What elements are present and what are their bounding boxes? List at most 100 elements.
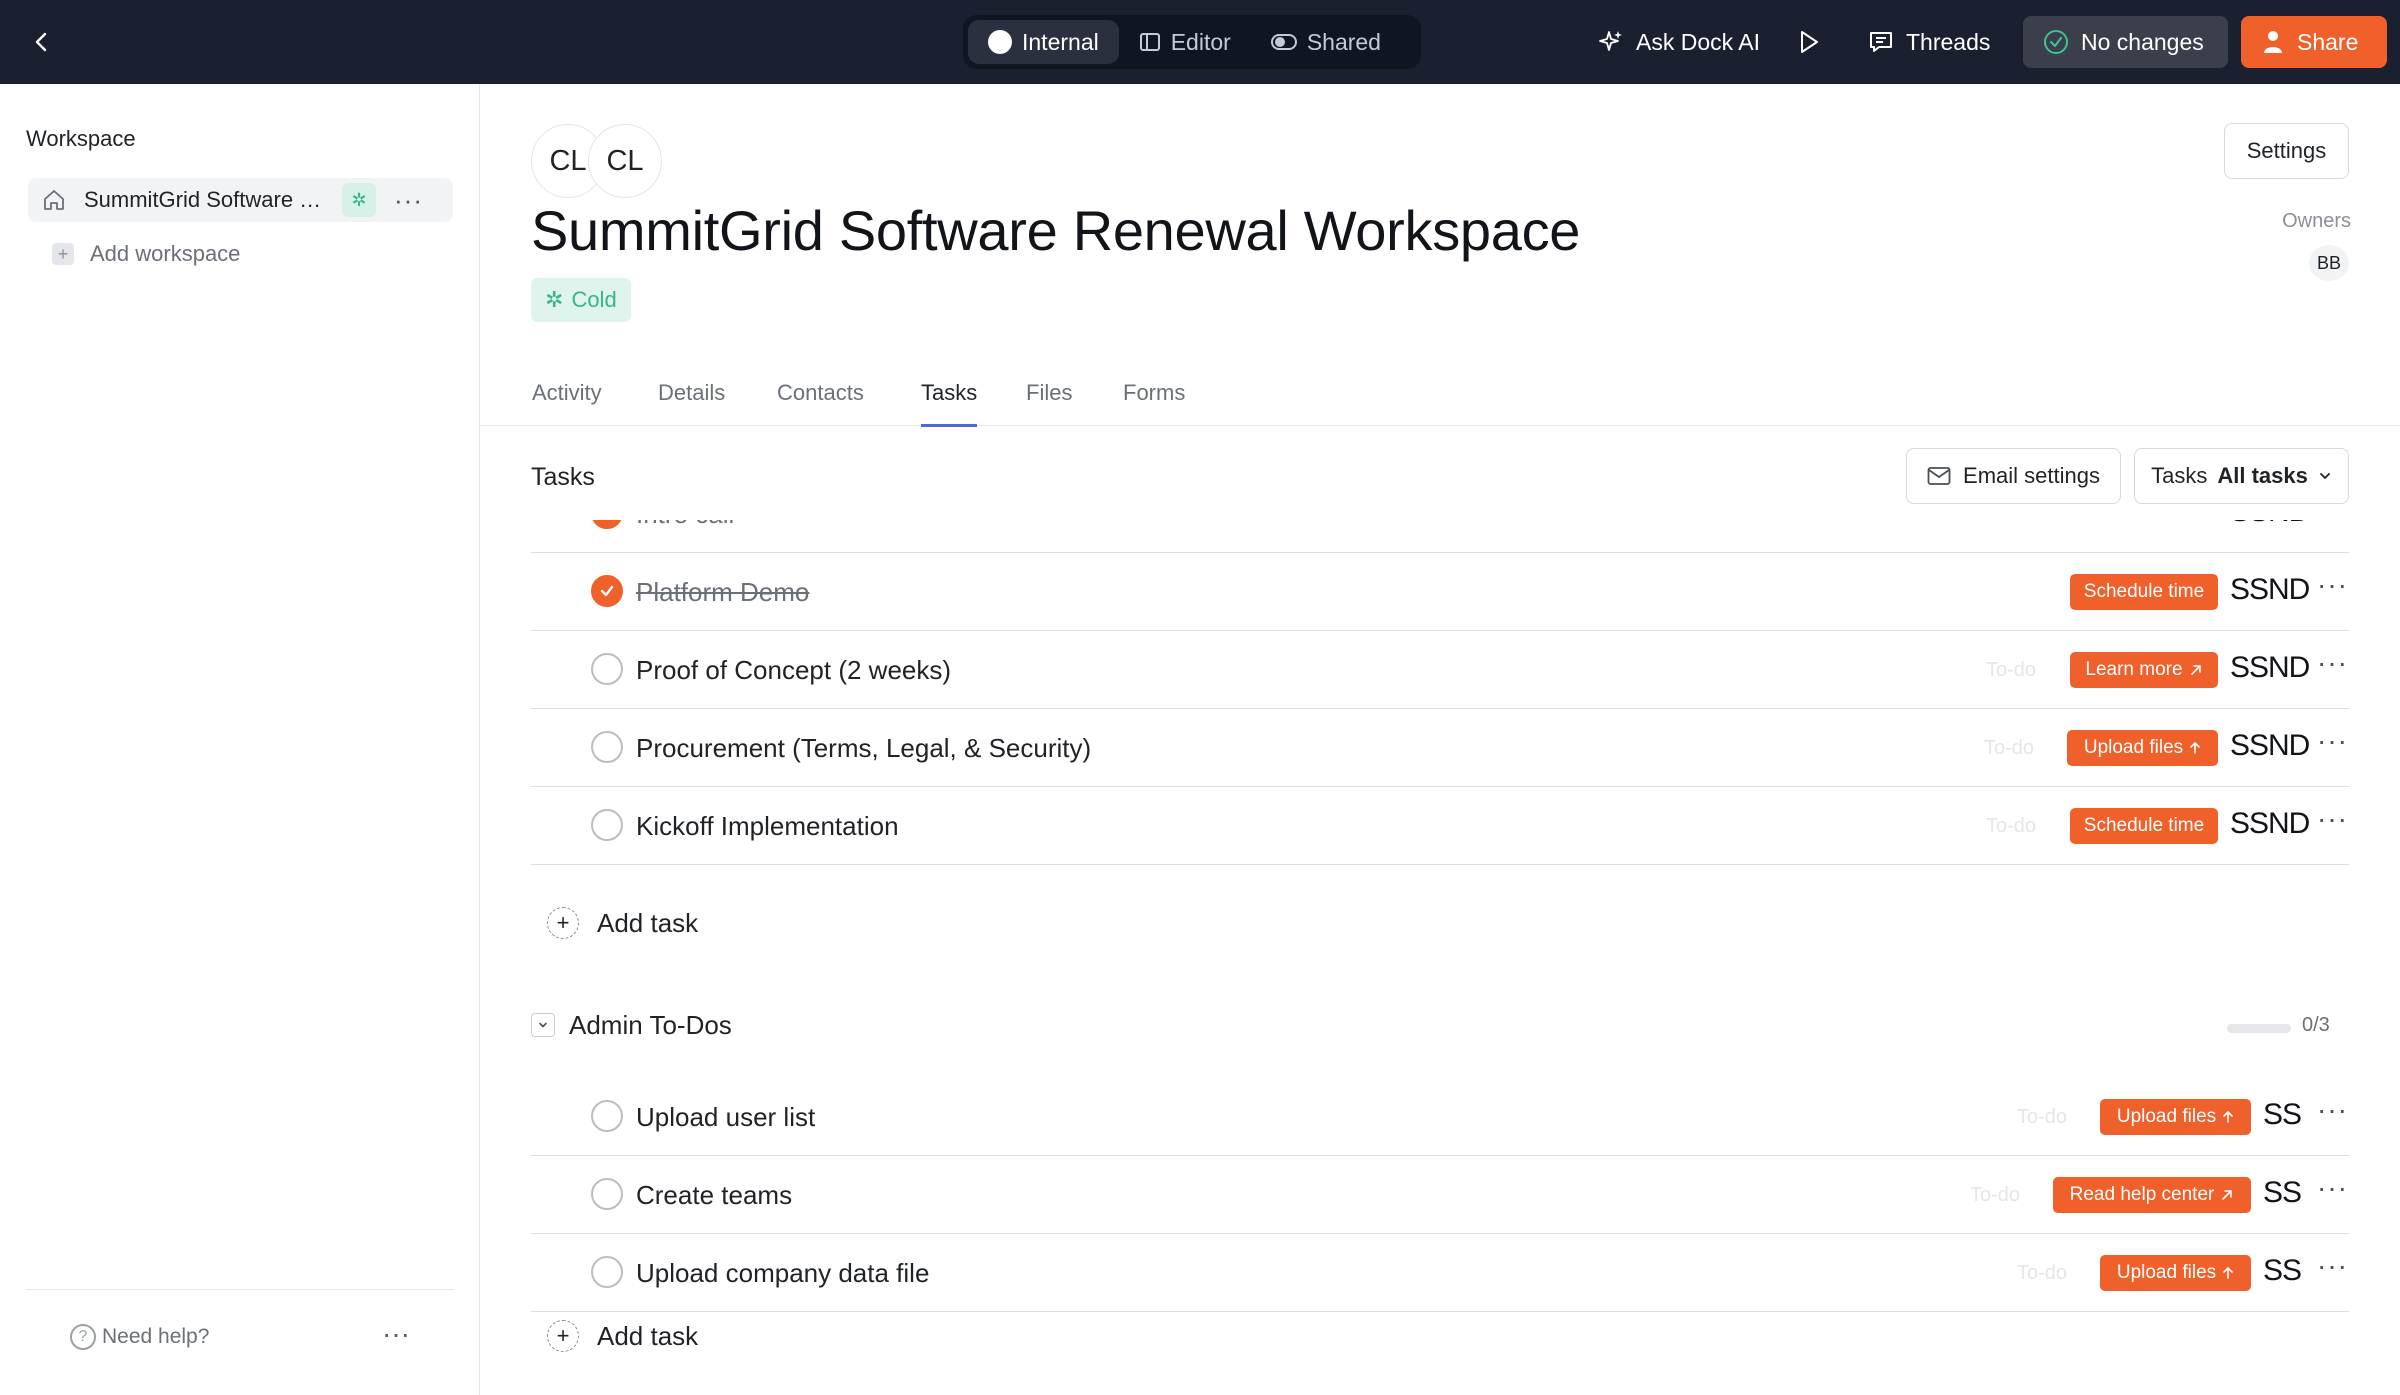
tab-activity[interactable]: Activity xyxy=(532,380,602,424)
tab-bar: Activity Details Contacts Tasks Files Fo… xyxy=(480,370,2400,427)
task-status[interactable]: To-do xyxy=(1984,737,2034,760)
toggle-icon xyxy=(1270,34,1297,50)
tab-forms[interactable]: Forms xyxy=(1123,380,1185,424)
assignee-avatars[interactable]: SS xyxy=(2263,1254,2302,1288)
table-row[interactable]: Platform Demo Schedule time SSND ··· xyxy=(531,553,2349,631)
add-workspace-button[interactable]: + Add workspace xyxy=(52,241,240,267)
chevron-down-icon xyxy=(2319,473,2330,479)
page-title: SummitGrid Software Renewal Workspace xyxy=(531,199,1581,262)
check-icon xyxy=(599,520,615,521)
action-label: Learn more xyxy=(2085,659,2183,680)
add-task-button[interactable]: + Add task xyxy=(547,1320,698,1352)
tab-contacts[interactable]: Contacts xyxy=(777,380,864,424)
task-status[interactable]: To-do xyxy=(2017,1262,2067,1285)
avatar: CL xyxy=(588,124,662,198)
chevron-down-icon xyxy=(539,1022,547,1028)
plus-icon: + xyxy=(547,907,579,939)
mode-editor[interactable]: Editor xyxy=(1119,20,1251,64)
save-status: No changes xyxy=(2023,16,2228,68)
play-icon xyxy=(1801,31,1818,53)
task-more-button[interactable]: ··· xyxy=(2317,1172,2348,1204)
action-label: Upload files xyxy=(2116,1262,2217,1283)
table-row[interactable]: Kickoff Implementation To-do Schedule ti… xyxy=(531,787,2349,865)
mode-editor-label: Editor xyxy=(1170,28,1231,55)
table-row[interactable]: Upload user list To-do Upload files SS ·… xyxy=(531,1078,2349,1156)
tab-tasks[interactable]: Tasks xyxy=(921,380,978,427)
task-checkbox[interactable] xyxy=(591,1100,623,1132)
table-row[interactable]: Create teams To-do Read help center SS ·… xyxy=(531,1156,2349,1234)
back-button[interactable] xyxy=(22,22,62,62)
task-checkbox[interactable] xyxy=(591,1256,623,1288)
assignee-avatars[interactable]: SS xyxy=(2263,1098,2302,1132)
status-badge[interactable]: ✲ Cold xyxy=(531,278,631,322)
task-more-button[interactable]: ··· xyxy=(2317,1250,2348,1282)
mode-shared-label: Shared xyxy=(1306,28,1381,55)
snowflake-icon: ✲ xyxy=(342,183,376,217)
task-title: Intro call xyxy=(636,520,734,530)
tab-details[interactable]: Details xyxy=(658,380,725,424)
task-status[interactable]: To-do xyxy=(2017,1106,2067,1129)
preview-button[interactable] xyxy=(1797,20,1821,64)
owner-avatar[interactable]: BB xyxy=(2309,245,2349,281)
upload-files-button[interactable]: Upload files xyxy=(2067,730,2218,766)
read-help-center-button[interactable]: Read help center xyxy=(2053,1177,2251,1213)
add-task-label: Add task xyxy=(597,907,699,938)
threads-button[interactable]: Threads xyxy=(1868,20,1990,64)
group-progress-count: 0/3 xyxy=(2302,1014,2330,1036)
mode-internal[interactable]: Internal xyxy=(968,20,1119,64)
help-label: Need help? xyxy=(102,1325,210,1348)
task-more-button[interactable]: ··· xyxy=(2317,520,2348,523)
table-row[interactable]: Procurement (Terms, Legal, & Security) T… xyxy=(531,709,2349,787)
task-title: Upload user list xyxy=(636,1102,816,1132)
share-button[interactable]: Share xyxy=(2241,16,2387,68)
tab-files[interactable]: Files xyxy=(1026,380,1072,424)
plus-icon: + xyxy=(547,1320,579,1352)
assignee-avatars[interactable]: SSND xyxy=(2230,807,2310,841)
message-icon xyxy=(1870,32,1892,52)
assignee-avatars[interactable]: SSND xyxy=(2230,520,2310,529)
table-row[interactable]: Proof of Concept (2 weeks) To-do Learn m… xyxy=(531,631,2349,709)
collapse-button[interactable] xyxy=(531,1013,555,1037)
mode-shared[interactable]: Shared xyxy=(1251,20,1401,64)
task-checkbox[interactable] xyxy=(591,575,623,607)
sidebar-item-workspace[interactable]: SummitGrid Software Renewal Workspace ✲ … xyxy=(28,178,453,222)
task-checkbox[interactable] xyxy=(591,809,623,841)
task-more-button[interactable]: ··· xyxy=(2317,647,2348,679)
task-status[interactable]: To-do xyxy=(1986,659,2036,682)
table-row[interactable]: Intro call SSND ··· xyxy=(531,520,2349,553)
task-checkbox[interactable] xyxy=(591,731,623,763)
task-checkbox[interactable] xyxy=(591,520,623,529)
upload-files-button[interactable]: Upload files xyxy=(2100,1255,2251,1291)
task-more-button[interactable]: ··· xyxy=(2317,1094,2348,1126)
ask-ai-label: Ask Dock AI xyxy=(1636,28,1760,55)
ask-ai-button[interactable]: Ask Dock AI xyxy=(1598,20,1760,64)
assignee-avatars[interactable]: SSND xyxy=(2230,729,2310,763)
tasks-filter-dropdown[interactable]: Tasks All tasks xyxy=(2134,448,2349,504)
task-status[interactable]: To-do xyxy=(1986,815,2036,838)
task-more-button[interactable]: ··· xyxy=(2317,569,2348,601)
task-more-button[interactable]: ··· xyxy=(2317,803,2348,835)
view-mode-switch: Internal Editor Shared xyxy=(963,15,1421,69)
schedule-time-button[interactable]: Schedule time xyxy=(2070,808,2218,844)
task-checkbox[interactable] xyxy=(591,653,623,685)
table-row[interactable]: Upload company data file To-do Upload fi… xyxy=(531,1234,2349,1312)
learn-more-button[interactable]: Learn more xyxy=(2070,652,2218,688)
save-status-label: No changes xyxy=(2081,28,2204,55)
schedule-time-button[interactable]: Schedule time xyxy=(2070,574,2218,610)
task-more-button[interactable]: ··· xyxy=(2317,725,2348,757)
sidebar-more-button[interactable]: ··· xyxy=(382,1318,410,1350)
settings-button[interactable]: Settings xyxy=(2224,123,2349,179)
email-settings-button[interactable]: Email settings xyxy=(1906,448,2121,504)
assignee-avatars[interactable]: SSND xyxy=(2230,573,2310,607)
sidebar-title: Workspace xyxy=(26,126,136,151)
task-checkbox[interactable] xyxy=(591,1178,623,1210)
task-status[interactable]: To-do xyxy=(1970,1184,2020,1207)
chevron-left-icon xyxy=(35,32,47,52)
assignee-avatars[interactable]: SS xyxy=(2263,1176,2302,1210)
workspace-more-button[interactable]: ··· xyxy=(394,187,423,213)
upload-files-button[interactable]: Upload files xyxy=(2100,1099,2251,1135)
help-button[interactable]: ? Need help? xyxy=(70,1324,209,1350)
arrow-up-icon xyxy=(2223,1111,2233,1123)
add-task-button[interactable]: + Add task xyxy=(547,907,698,939)
assignee-avatars[interactable]: SSND xyxy=(2230,651,2310,685)
